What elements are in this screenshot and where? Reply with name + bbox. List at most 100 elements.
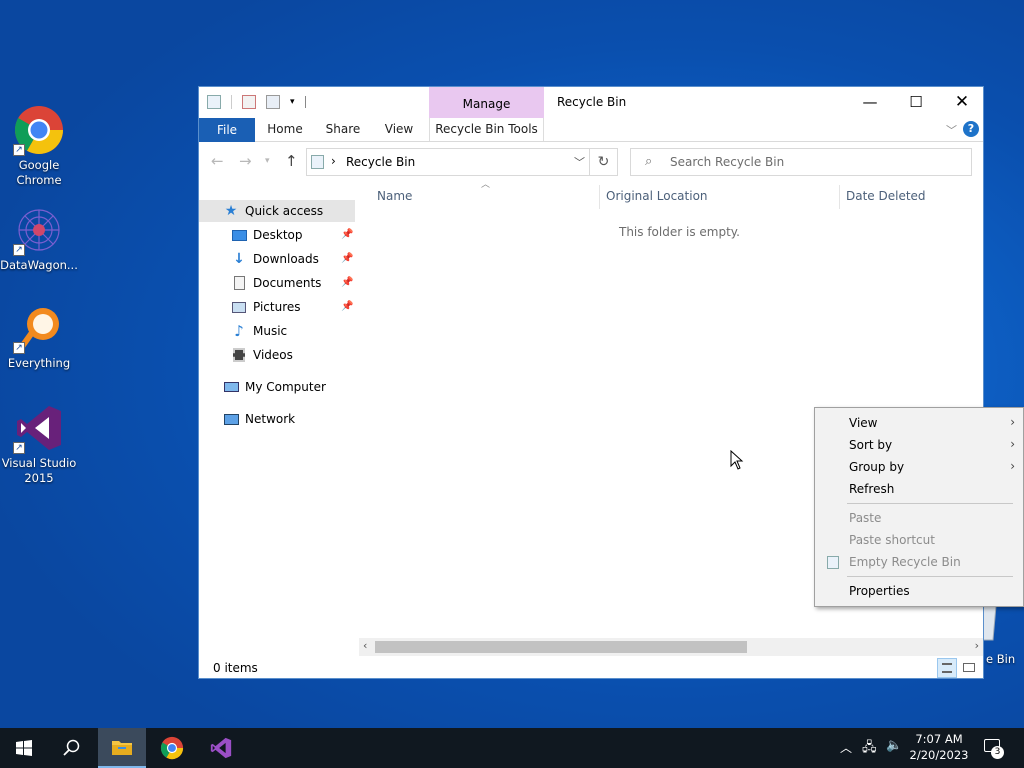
scroll-left-icon[interactable]: ‹	[363, 639, 367, 652]
manage-label: Manage	[462, 97, 511, 111]
search-input[interactable]: ⌕ Search Recycle Bin	[630, 148, 972, 176]
action-center-button[interactable]: 3	[982, 738, 1008, 760]
clock-time: 7:07 AM	[915, 732, 963, 746]
minimize-button[interactable]: —	[847, 87, 893, 117]
desktop-icon-label: Visual Studio 2015	[1, 456, 77, 485]
nav-item-desktop[interactable]: Desktop	[231, 224, 303, 246]
column-divider[interactable]	[599, 185, 600, 209]
menu-item-group-by[interactable]: Group by	[849, 460, 904, 474]
taskbar: ︿ 🖧 🔈 7:07 AM 2/20/2023 3	[0, 728, 1024, 768]
forward-arrow-icon[interactable]: →	[239, 152, 252, 170]
show-hidden-icons-chevron-icon[interactable]: ︿	[840, 739, 852, 756]
refresh-icon[interactable]: ↻	[589, 149, 617, 175]
nav-quick-access[interactable]: ★ Quick access	[199, 200, 355, 222]
nav-item-music[interactable]: ♪ Music	[231, 320, 287, 342]
desktop-icon-label: Google Chrome	[16, 158, 62, 187]
recycle-bin-small-icon	[207, 95, 221, 109]
tab-view[interactable]: View	[377, 118, 421, 141]
desktop-icon-chrome[interactable]: ↗ Google Chrome	[0, 104, 78, 188]
visual-studio-icon	[210, 737, 232, 759]
column-name[interactable]: Name	[377, 189, 412, 203]
pin-icon[interactable]: 📌	[341, 277, 353, 288]
notification-count-badge: 3	[991, 746, 1004, 759]
empty-folder-message: This folder is empty.	[619, 225, 740, 239]
search-icon	[63, 739, 80, 756]
desktop-icon-datawagon[interactable]: ↗ DataWagon...	[0, 204, 78, 273]
shortcut-arrow-icon: ↗	[13, 244, 25, 256]
clock[interactable]: 7:07 AM 2/20/2023	[906, 731, 972, 763]
submenu-arrow-icon: ›	[1010, 415, 1015, 429]
desktop-folder-icon	[231, 227, 247, 243]
desktop-icon-label: Everything	[7, 356, 71, 370]
large-icons-view-button[interactable]	[961, 660, 977, 676]
pin-icon[interactable]: 📌	[341, 253, 353, 264]
menu-item-sort-by[interactable]: Sort by	[849, 438, 892, 452]
tab-file[interactable]: File	[199, 118, 255, 142]
nav-my-computer[interactable]: My Computer	[223, 376, 326, 398]
chrome-icon	[160, 736, 184, 760]
shortcut-arrow-icon: ↗	[13, 442, 25, 454]
nav-item-downloads[interactable]: ↓ Downloads	[231, 248, 319, 270]
back-arrow-icon[interactable]: ←	[211, 152, 224, 170]
tab-recycle-bin-tools[interactable]: Recycle Bin Tools	[429, 118, 544, 141]
search-icon: ⌕	[645, 154, 653, 169]
column-date-deleted[interactable]: Date Deleted	[846, 189, 926, 203]
download-arrow-icon: ↓	[233, 251, 245, 267]
pictures-icon	[231, 299, 247, 315]
scroll-right-icon[interactable]: ›	[975, 639, 979, 652]
tab-home[interactable]: Home	[261, 118, 309, 141]
column-original-location[interactable]: Original Location	[606, 189, 708, 203]
pin-icon[interactable]: 📌	[341, 229, 353, 240]
new-folder-qat-icon[interactable]	[266, 95, 280, 109]
pin-icon[interactable]: 📌	[341, 301, 353, 312]
navigation-pane: ★ Quick access Desktop 📌 ↓ Downloads 📌 Doc…	[199, 181, 359, 651]
search-button[interactable]	[48, 728, 96, 768]
music-note-icon: ♪	[234, 322, 244, 340]
tab-share[interactable]: Share	[319, 118, 367, 141]
menu-item-view[interactable]: View	[849, 416, 877, 430]
mouse-cursor-icon	[730, 450, 744, 470]
desktop-icon-label: DataWagon...	[0, 258, 78, 272]
desktop-icon-everything[interactable]: ↗ Everything	[0, 302, 78, 371]
volume-icon[interactable]: 🔈	[886, 738, 902, 753]
shortcut-arrow-icon: ↗	[13, 144, 25, 156]
menu-item-paste-shortcut[interactable]: Paste shortcut	[849, 533, 935, 547]
address-dropdown-icon[interactable]: ﹀	[574, 154, 585, 170]
taskbar-visual-studio[interactable]	[197, 728, 245, 768]
menu-item-properties[interactable]: Properties	[849, 584, 910, 598]
details-view-button[interactable]	[937, 658, 957, 678]
menu-item-paste[interactable]: Paste	[849, 511, 881, 525]
nav-item-pictures[interactable]: Pictures	[231, 296, 301, 318]
up-arrow-icon[interactable]: ↑	[285, 152, 298, 170]
scrollbar-thumb[interactable]	[375, 641, 747, 653]
properties-qat-icon[interactable]	[242, 95, 256, 109]
network-icon	[223, 411, 239, 427]
help-icon[interactable]: ?	[963, 121, 979, 137]
close-button[interactable]: ✕	[939, 87, 985, 117]
taskbar-chrome[interactable]	[148, 728, 196, 768]
nav-item-videos[interactable]: Videos	[231, 344, 293, 366]
search-placeholder: Search Recycle Bin	[670, 155, 785, 169]
menu-separator	[847, 576, 1013, 577]
address-bar[interactable]: › Recycle Bin ﹀ ↻	[306, 148, 618, 176]
nav-item-documents[interactable]: Documents	[231, 272, 321, 294]
menu-item-refresh[interactable]: Refresh	[849, 482, 894, 496]
nav-network[interactable]: Network	[223, 408, 295, 430]
menu-item-empty-recycle-bin[interactable]: Empty Recycle Bin	[849, 555, 961, 569]
desktop-icon-visual-studio[interactable]: ↗ Visual Studio 2015	[0, 402, 78, 486]
clock-date: 2/20/2023	[909, 748, 969, 762]
horizontal-scrollbar[interactable]: ‹ ›	[359, 638, 983, 656]
datawagon-icon: ↗	[13, 204, 65, 256]
breadcrumb-chevron-icon: ›	[331, 154, 336, 168]
recent-locations-icon[interactable]: ▾	[265, 156, 270, 166]
expand-ribbon-icon[interactable]: ﹀	[946, 122, 957, 138]
maximize-button[interactable]: ☐	[893, 87, 939, 117]
customize-qat-icon[interactable]: ▾	[290, 97, 295, 107]
network-tray-icon[interactable]: 🖧	[862, 738, 877, 760]
taskbar-file-explorer[interactable]	[98, 728, 146, 768]
start-button[interactable]	[0, 728, 48, 768]
column-divider[interactable]	[839, 185, 840, 209]
submenu-arrow-icon: ›	[1010, 437, 1015, 451]
details-view-icon	[942, 663, 952, 673]
empty-recycle-bin-icon	[827, 556, 839, 569]
